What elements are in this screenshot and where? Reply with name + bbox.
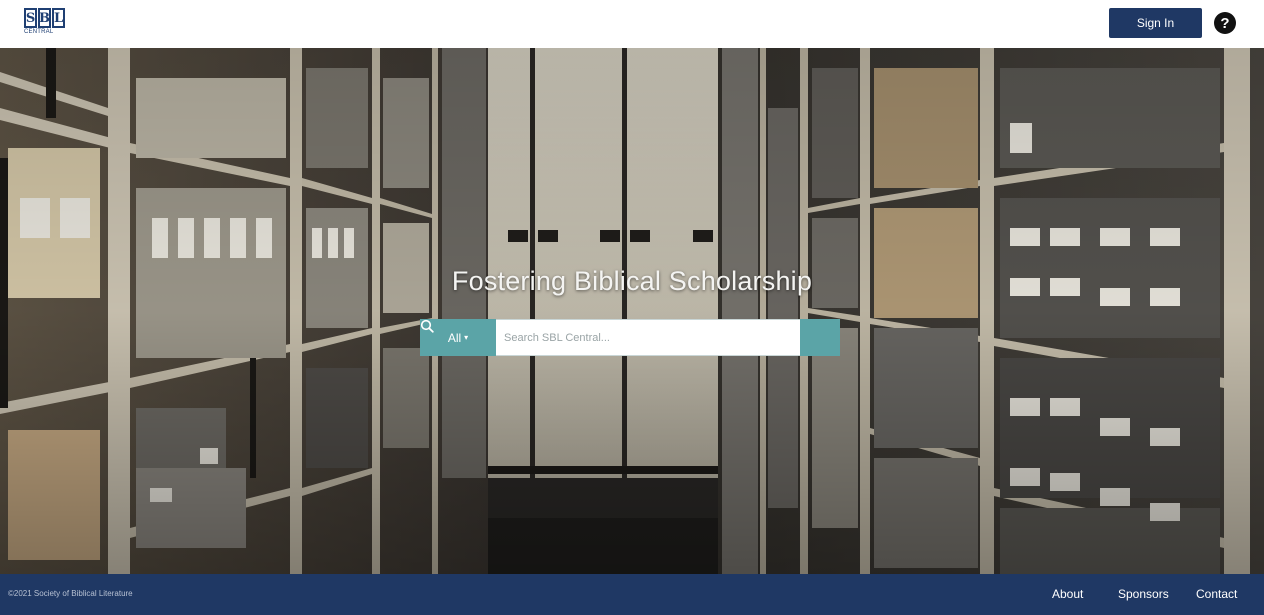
logo-letters: S B L xyxy=(24,8,66,28)
search-bar: All ▾ xyxy=(420,319,840,356)
site-header: S B L CENTRAL Sign In ? xyxy=(0,0,1264,48)
sign-in-button[interactable]: Sign In xyxy=(1109,8,1202,38)
magnifier-icon xyxy=(420,319,434,333)
footer-link-contact[interactable]: Contact xyxy=(1196,587,1237,601)
hero-title: Fostering Biblical Scholarship xyxy=(451,266,813,296)
hero-banner: Fostering Biblical Scholarship All ▾ xyxy=(0,48,1264,574)
search-button[interactable] xyxy=(420,319,840,356)
logo-letter-s: S xyxy=(24,8,37,28)
search-scope-label: All xyxy=(447,330,462,345)
copyright-text: ©2021 Society of Biblical Literature xyxy=(8,589,133,598)
footer-link-sponsors[interactable]: Sponsors xyxy=(1118,587,1169,601)
site-footer: ©2021 Society of Biblical Literature Abo… xyxy=(0,574,1264,615)
archive-shelves-background-image xyxy=(0,48,1264,574)
search-input[interactable] xyxy=(496,319,800,356)
footer-link-about[interactable]: About xyxy=(1052,587,1083,601)
caret-down-icon: ▾ xyxy=(464,333,469,342)
logo-letter-l: L xyxy=(52,8,65,28)
help-icon[interactable]: ? xyxy=(1214,12,1236,34)
logo-letter-b: B xyxy=(38,8,51,28)
logo-subtitle: CENTRAL xyxy=(24,29,54,35)
sbl-central-logo[interactable]: S B L CENTRAL xyxy=(24,8,66,40)
